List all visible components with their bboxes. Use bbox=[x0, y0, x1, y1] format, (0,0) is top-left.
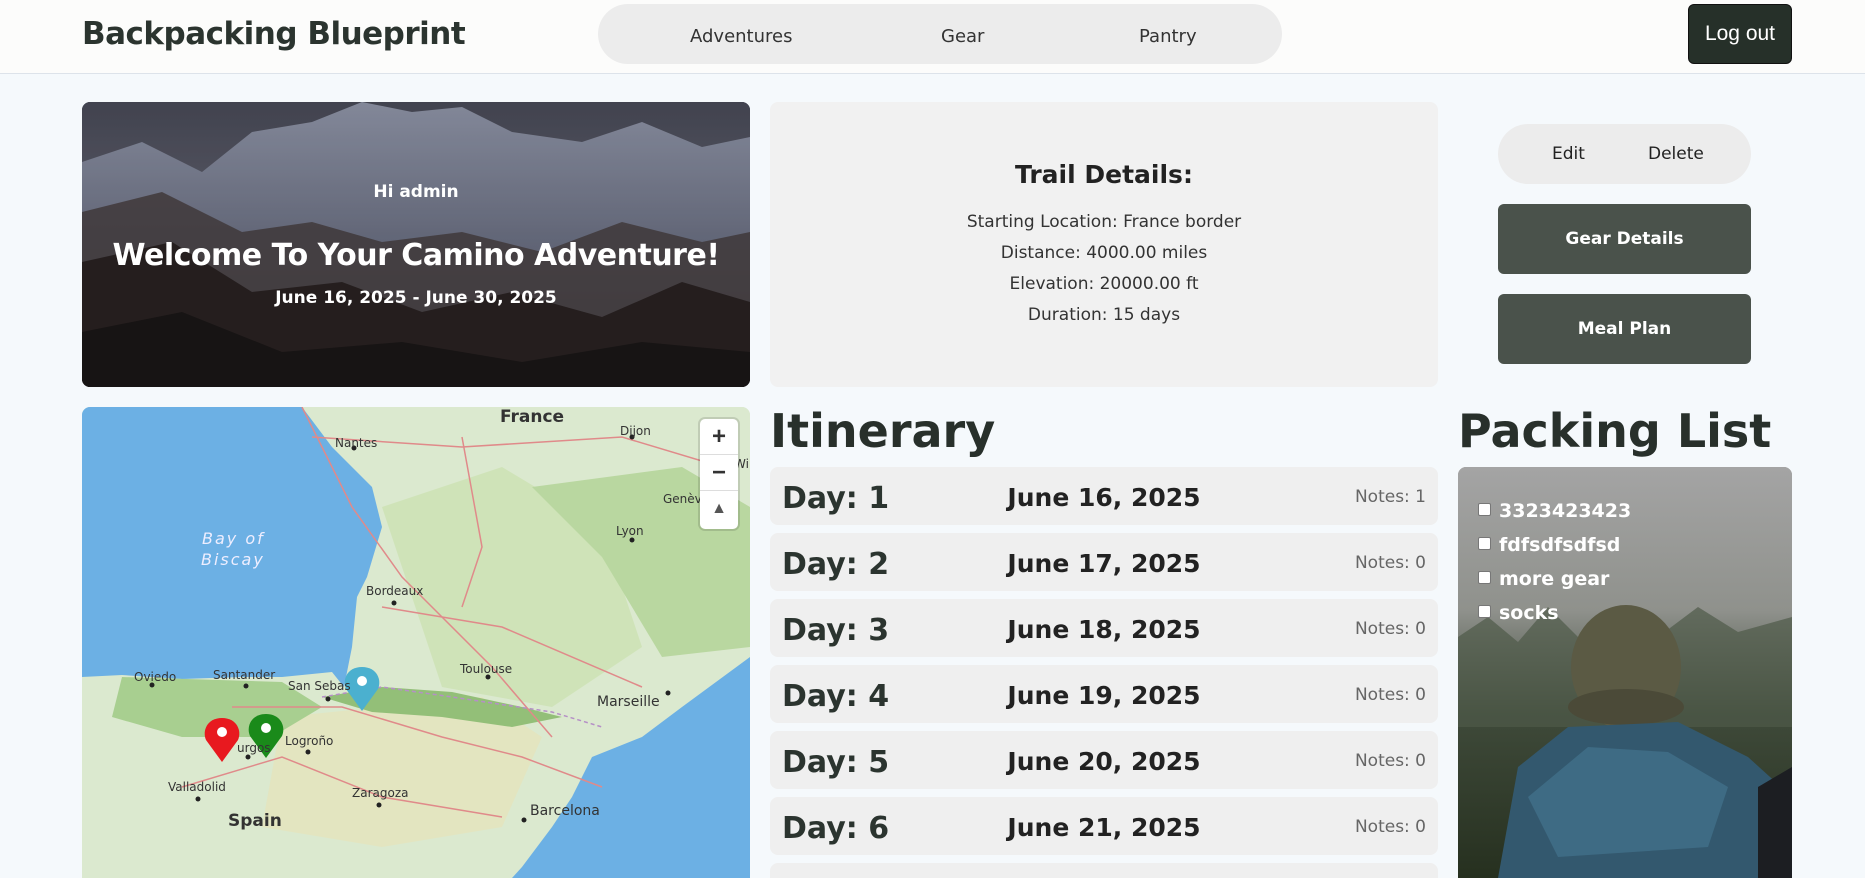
itinerary-day-row[interactable]: Day: 5 June 20, 2025 Notes: 0 bbox=[770, 731, 1438, 789]
itinerary-day-row[interactable]: Day: 3 June 18, 2025 Notes: 0 bbox=[770, 599, 1438, 657]
map-tiles bbox=[82, 407, 750, 878]
itinerary-day-row[interactable]: Day: 4 June 19, 2025 Notes: 0 bbox=[770, 665, 1438, 723]
packing-item-label: socks bbox=[1499, 602, 1559, 624]
checkbox[interactable] bbox=[1478, 605, 1491, 618]
packing-item[interactable]: more gear bbox=[1478, 568, 1609, 590]
map-label-bay: Bay of bbox=[202, 529, 265, 548]
day-date: June 17, 2025 bbox=[1007, 549, 1201, 578]
day-date: June 21, 2025 bbox=[1007, 813, 1201, 842]
map-label-burgos: urgos bbox=[237, 741, 271, 755]
itinerary-day-row[interactable]: Day: 1 June 16, 2025 Notes: 1 bbox=[770, 467, 1438, 525]
logout-button[interactable]: Log out bbox=[1688, 4, 1792, 64]
map-label-dijon: Dijon bbox=[620, 424, 651, 438]
map-label-valladolid: Valladolid bbox=[168, 780, 226, 794]
edit-button[interactable]: Edit bbox=[1552, 144, 1585, 164]
day-notes: Notes: 0 bbox=[1354, 751, 1426, 771]
trail-distance: Distance: 4000.00 miles bbox=[1000, 243, 1208, 263]
zoom-out-button[interactable]: − bbox=[700, 455, 738, 491]
map-label-oviedo: Oviedo bbox=[134, 670, 177, 684]
map-label-san-sebastian: San Sebas bbox=[288, 679, 351, 693]
delete-button[interactable]: Delete bbox=[1648, 144, 1704, 164]
map-label-lyon: Lyon bbox=[616, 524, 644, 538]
itinerary-day-row-partial[interactable] bbox=[770, 863, 1438, 878]
day-date: June 20, 2025 bbox=[1007, 747, 1201, 776]
trail-duration: Duration: 15 days bbox=[1027, 305, 1181, 325]
nav-links: Adventures Gear Pantry bbox=[598, 4, 1282, 64]
hero-dates: June 16, 2025 - June 30, 2025 bbox=[275, 288, 557, 308]
map-label-toulouse: Toulouse bbox=[460, 662, 513, 676]
map-controls: + − ▲ bbox=[700, 419, 738, 529]
itinerary-day-row[interactable]: Day: 2 June 17, 2025 Notes: 0 bbox=[770, 533, 1438, 591]
day-date: June 19, 2025 bbox=[1007, 681, 1201, 710]
map-label-biscay: Biscay bbox=[201, 550, 265, 569]
day-notes: Notes: 0 bbox=[1354, 553, 1426, 573]
packing-list-card: 3323423423 fdfsdfsdfsd more gear socks bbox=[1458, 467, 1792, 878]
hero-banner: Hi admin Welcome To Your Camino Adventur… bbox=[82, 102, 750, 387]
packing-item[interactable]: fdfsdfsdfsd bbox=[1478, 534, 1620, 556]
map-label-zaragoza: Zaragoza bbox=[352, 786, 409, 800]
edit-delete-group: Edit Delete bbox=[1498, 124, 1751, 184]
map-label-bordeaux: Bordeaux bbox=[366, 584, 424, 598]
hero-greeting: Hi admin bbox=[373, 182, 459, 202]
packing-item-label: 3323423423 bbox=[1499, 500, 1632, 522]
day-date: June 18, 2025 bbox=[1007, 615, 1201, 644]
top-navbar: Backpacking Blueprint Adventures Gear Pa… bbox=[0, 0, 1865, 74]
packing-item-label: fdfsdfsdfsd bbox=[1499, 534, 1621, 556]
packing-item[interactable]: 3323423423 bbox=[1478, 500, 1631, 522]
packing-item[interactable]: socks bbox=[1478, 602, 1559, 624]
hero-title: Welcome To Your Camino Adventure! bbox=[112, 238, 721, 273]
trail-elevation: Elevation: 20000.00 ft bbox=[1009, 274, 1199, 294]
compass-icon[interactable]: ▲ bbox=[700, 491, 738, 527]
packing-list-title: Packing List bbox=[1458, 404, 1772, 458]
trail-starting-location: Starting Location: France border bbox=[966, 212, 1242, 232]
map-label-santander: Santander bbox=[213, 668, 276, 682]
map-label-logrono: Logroño bbox=[285, 734, 334, 748]
map-label-nantes: Nantes bbox=[335, 436, 378, 450]
nav-pantry[interactable]: Pantry bbox=[1139, 26, 1197, 47]
map-label-barcelona: Barcelona bbox=[530, 803, 600, 819]
meal-plan-button[interactable]: Meal Plan bbox=[1498, 294, 1751, 364]
nav-gear[interactable]: Gear bbox=[941, 26, 984, 47]
gear-details-button[interactable]: Gear Details bbox=[1498, 204, 1751, 274]
nav-adventures[interactable]: Adventures bbox=[690, 26, 792, 47]
day-notes: Notes: 0 bbox=[1354, 619, 1426, 639]
itinerary-day-row[interactable]: Day: 6 June 21, 2025 Notes: 0 bbox=[770, 797, 1438, 855]
hiker-background bbox=[1458, 467, 1792, 878]
checkbox[interactable] bbox=[1478, 537, 1491, 550]
day-notes: Notes: 0 bbox=[1354, 685, 1426, 705]
day-date: June 16, 2025 bbox=[1007, 483, 1201, 512]
day-notes: Notes: 0 bbox=[1354, 817, 1426, 837]
map-label-spain: Spain bbox=[228, 811, 282, 831]
itinerary-title: Itinerary bbox=[770, 404, 996, 458]
trail-details-card: Trail Details: Starting Location: France… bbox=[770, 102, 1438, 387]
trail-map[interactable]: France Nantes Dijon Lyon Genève Bay of B… bbox=[82, 407, 750, 878]
map-label-marseille: Marseille bbox=[597, 694, 660, 710]
checkbox[interactable] bbox=[1478, 503, 1491, 516]
map-label-france: France bbox=[500, 407, 565, 427]
day-notes: Notes: 1 bbox=[1354, 487, 1426, 507]
zoom-in-button[interactable]: + bbox=[700, 419, 738, 455]
brand-logo[interactable]: Backpacking Blueprint bbox=[82, 16, 466, 52]
packing-item-label: more gear bbox=[1499, 568, 1610, 590]
checkbox[interactable] bbox=[1478, 571, 1491, 584]
trail-details-heading: Trail Details: bbox=[1015, 160, 1193, 189]
